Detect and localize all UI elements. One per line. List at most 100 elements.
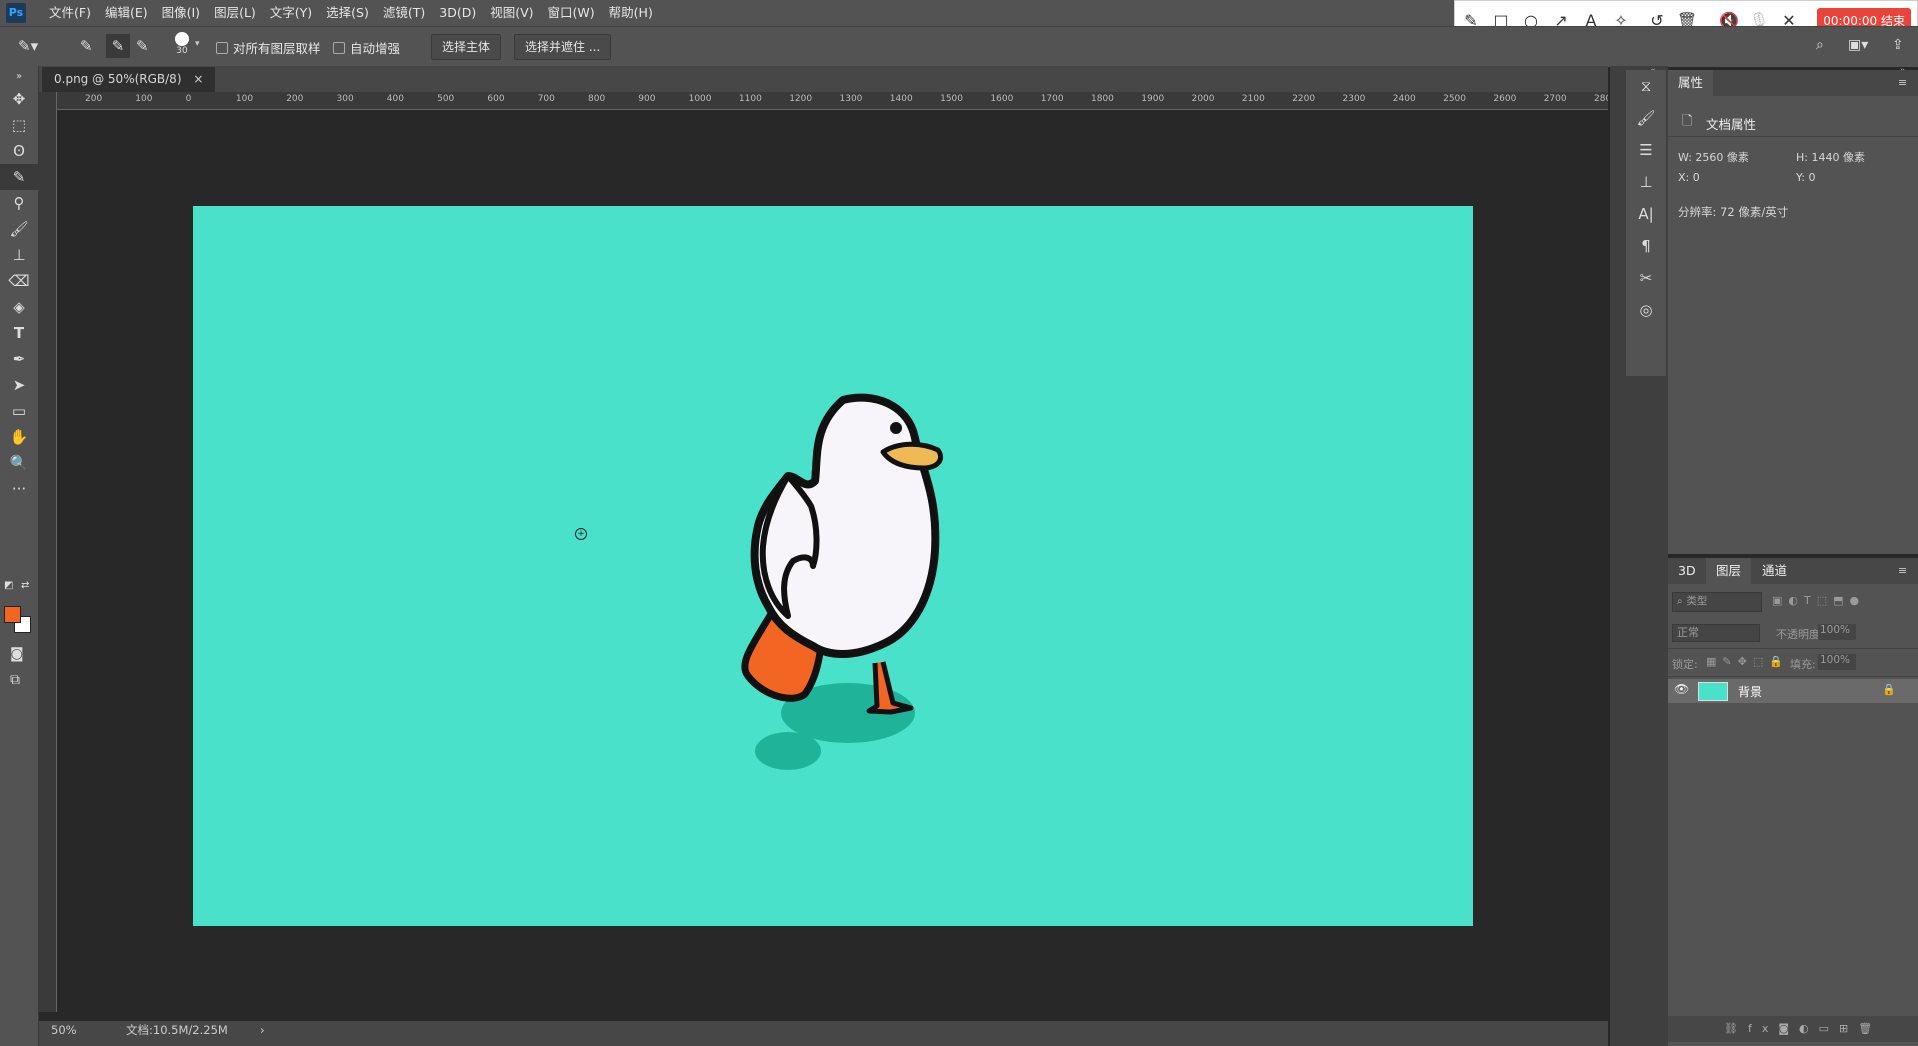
ruler-tick-label: 2400 — [1392, 94, 1416, 104]
ruler-tick-label: 1500 — [940, 94, 963, 104]
eyedropper-tool-icon[interactable]: ⚲ — [0, 190, 38, 216]
status-menu-arrow[interactable]: › — [260, 1021, 265, 1039]
vertical-ruler — [39, 92, 57, 1012]
character-icon[interactable]: A| — [1626, 198, 1666, 230]
ruler-tick-label: 600 — [487, 94, 505, 104]
quick-selection-tool-icon[interactable]: ✎ — [0, 164, 38, 190]
move-tool-icon[interactable]: ✥ — [0, 86, 38, 112]
chevron-down-icon[interactable]: ▾ — [195, 39, 200, 49]
duck-illustration — [741, 393, 944, 770]
quick-mask-icon[interactable]: ◙ — [10, 646, 24, 662]
checkbox-box — [216, 41, 228, 54]
paragraph-icon[interactable]: ¶ — [1626, 230, 1666, 262]
eraser-tool-icon[interactable]: ⌫ — [0, 268, 38, 294]
ruler-tick-label: 100 — [135, 94, 153, 104]
tools-panel: » ✥ ⬚ ʘ ✎ ⚲ 🖌 ⊥ ⌫ ◈ T ✒ ➤ ▭ ✋ 🔍 ··· ⇄ ◩ … — [0, 66, 39, 1046]
tab-layers[interactable]: 图层 — [1706, 558, 1752, 584]
ruler-tick-label: 300 — [336, 94, 354, 104]
libraries-icon[interactable]: ◎ — [1626, 294, 1666, 326]
tab-3d[interactable]: 3D — [1668, 558, 1706, 584]
auto-enhance-checkbox[interactable]: 自动增强 — [333, 38, 400, 57]
brush-cursor-icon: + — [575, 528, 587, 540]
brush-tool-icon[interactable]: 🖌 — [0, 216, 38, 242]
type-tool-icon[interactable]: T — [0, 320, 38, 346]
main-menu: 文件(F) 编辑(E) 图像(I) 图层(L) 文字(Y) 选择(S) 滤镜(T… — [42, 0, 660, 26]
screen-mode-icon[interactable]: ⧉ — [10, 672, 20, 688]
collapse-arrows-icon[interactable]: » — [0, 66, 38, 86]
menu-view[interactable]: 视图(V) — [483, 0, 540, 26]
blend-mode-select[interactable]: 正常 — [1672, 624, 1760, 642]
layer-filter-input[interactable]: ⌕ 类型 — [1672, 592, 1762, 612]
pen-tool-icon[interactable]: ✒ — [0, 346, 38, 372]
visibility-eye-icon[interactable]: 👁 — [1674, 682, 1689, 696]
menu-window[interactable]: 窗口(W) — [541, 0, 602, 26]
panel-menu-icon[interactable]: ≡ — [1898, 76, 1907, 89]
add-to-selection-icon[interactable]: ✎ — [106, 34, 130, 58]
foreground-color-swatch[interactable] — [4, 606, 21, 623]
zoom-tool-icon[interactable]: 🔍 — [0, 450, 38, 476]
search-icon: ⌕ — [1677, 596, 1683, 607]
menu-3d[interactable]: 3D(D) — [432, 0, 483, 26]
share-icon[interactable]: ⇪ — [1892, 37, 1904, 53]
menu-filter[interactable]: 滤镜(T) — [376, 0, 432, 26]
ruler-tick-label: 200 — [286, 94, 304, 104]
image-canvas[interactable]: + — [193, 206, 1473, 926]
tab-channels[interactable]: 通道 — [1752, 558, 1797, 584]
zoom-level[interactable]: 50% — [51, 1021, 77, 1039]
paint-bucket-tool-icon[interactable]: ◈ — [0, 294, 38, 320]
duck-right-leg — [866, 661, 914, 715]
hand-tool-icon[interactable]: ✋ — [0, 424, 38, 450]
layer-filter-placeholder: 类型 — [1686, 595, 1708, 607]
fill-label: 填充: — [1790, 658, 1816, 671]
stamp-tool-icon[interactable]: ⊥ — [0, 242, 38, 268]
search-icon[interactable]: ⌕ — [1816, 37, 1824, 53]
ruler-tick-label: 1400 — [889, 94, 913, 104]
ruler-tick-label: 1200 — [789, 94, 813, 104]
lasso-tool-icon[interactable]: ʘ — [0, 138, 38, 164]
adjustments-icon[interactable]: ☰ — [1626, 134, 1666, 166]
brush-size-value: 30 — [176, 46, 188, 56]
shape-tool-icon[interactable]: ▭ — [0, 398, 38, 424]
marquee-tool-icon[interactable]: ⬚ — [0, 112, 38, 138]
sample-all-layers-label: 对所有图层取样 — [233, 41, 321, 56]
new-selection-icon[interactable]: ✎ — [80, 37, 93, 55]
close-tab-icon[interactable]: × — [193, 72, 203, 86]
layer-filter-icons[interactable]: ▣◐T⬚⬒● — [1772, 594, 1865, 607]
select-and-mask-button[interactable]: 选择并遮住 ... — [514, 34, 612, 60]
layer-thumbnail — [1698, 682, 1728, 701]
menu-layer[interactable]: 图层(L) — [207, 0, 263, 26]
divider — [1668, 676, 1918, 677]
brush-settings-icon[interactable]: 🖌 — [1626, 102, 1666, 134]
clone-source-icon[interactable]: ⊥ — [1626, 166, 1666, 198]
brush-tip-icon — [175, 32, 189, 46]
layer-action-icons[interactable]: ⛓fx◙◐▭⊞🗑 — [1724, 1022, 1882, 1035]
menu-file[interactable]: 文件(F) — [42, 0, 98, 26]
menu-select[interactable]: 选择(S) — [319, 0, 376, 26]
subtract-selection-icon[interactable]: ✎ — [136, 37, 149, 55]
menu-type[interactable]: 文字(Y) — [263, 0, 319, 26]
tab-properties[interactable]: 属性 — [1668, 70, 1714, 96]
menu-help[interactable]: 帮助(H) — [602, 0, 660, 26]
path-selection-tool-icon[interactable]: ➤ — [0, 372, 38, 398]
select-subject-button[interactable]: 选择主体 — [431, 34, 502, 60]
history-icon[interactable]: ⧖ — [1626, 70, 1666, 102]
more-tools-icon[interactable]: ··· — [0, 476, 38, 502]
brush-size-picker[interactable]: 30 — [172, 31, 192, 61]
panel-menu-icon[interactable]: ≡ — [1898, 564, 1907, 577]
document-tab[interactable]: 0.png @ 50%(RGB/8) × — [42, 67, 216, 92]
tools-preset-icon[interactable]: ✂ — [1626, 262, 1666, 294]
default-colors-icon[interactable]: ◩ — [4, 580, 13, 591]
sample-all-layers-checkbox[interactable]: 对所有图层取样 — [216, 38, 321, 57]
ruler-tick-label: 2500 — [1443, 94, 1466, 104]
lock-icons[interactable]: ▦✎✥⬚🔒 — [1706, 655, 1789, 668]
tool-preset-icon[interactable]: ✎▾ — [18, 37, 38, 55]
swap-colors-icon[interactable]: ⇄ — [21, 580, 29, 591]
menu-edit[interactable]: 编辑(E) — [98, 0, 155, 26]
layer-row[interactable]: 👁 背景 🔒 — [1668, 679, 1918, 703]
menu-image[interactable]: 图像(I) — [155, 0, 207, 26]
document-icon: 🗋 — [1682, 114, 1693, 129]
workspace-icon[interactable]: ▣▾ — [1848, 37, 1868, 53]
fill-input[interactable]: 100% — [1818, 654, 1856, 670]
properties-panel: 属性 ≡ 🗋 文档属性 W: 2560 像素 H: 1440 像素 X: 0 Y… — [1668, 70, 1918, 554]
opacity-input[interactable]: 100% — [1818, 624, 1856, 640]
